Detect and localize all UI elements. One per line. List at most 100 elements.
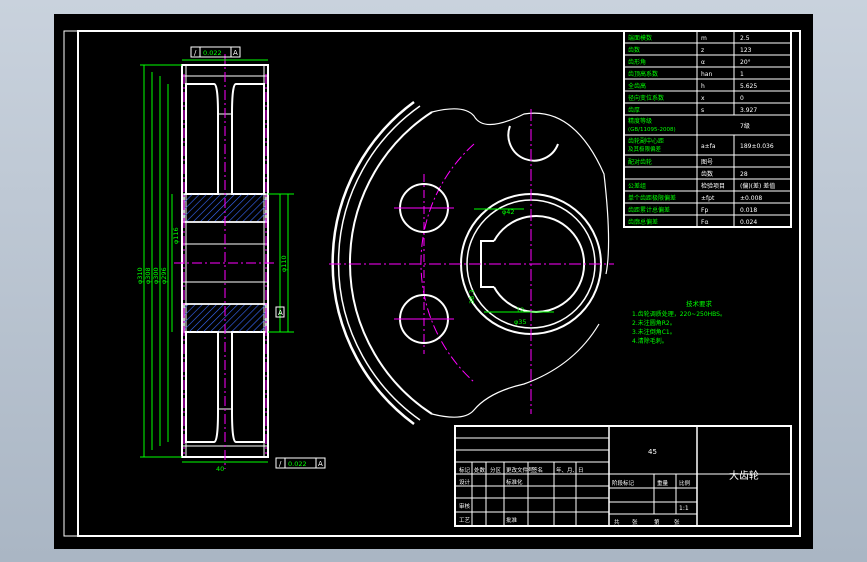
svg-text:比例: 比例 (679, 479, 691, 487)
svg-text:1.齿轮调质处理，220~250HBS。: 1.齿轮调质处理，220~250HBS。 (632, 310, 726, 318)
param-symbol: han (701, 71, 712, 78)
param-label: 齿轮副中心距 (628, 137, 664, 145)
param-value: 1 (740, 71, 744, 78)
svg-text:签名: 签名 (532, 466, 543, 474)
param-symbol: a±fa (701, 143, 716, 150)
param-symbol: 图号 (701, 159, 713, 166)
param-value: 5.625 (740, 83, 757, 90)
param-row: 齿顶高系数 han 1 (623, 66, 792, 80)
svg-text:φ300: φ300 (152, 267, 160, 284)
svg-text:张: 张 (674, 518, 680, 526)
svg-text:φ116: φ116 (172, 227, 180, 244)
svg-text:张: 张 (632, 518, 638, 526)
svg-text:φ308: φ308 (144, 267, 152, 284)
param-symbol: ±fpt (701, 195, 715, 202)
param-value: ±0.008 (740, 195, 762, 202)
param-row: 全齿高 h 5.625 (623, 78, 792, 92)
svg-text:批准: 批准 (506, 516, 518, 524)
param-value: 0 (740, 95, 744, 102)
svg-text:2.未注圆角R2。: 2.未注圆角R2。 (632, 319, 676, 327)
svg-text:处数: 处数 (474, 466, 486, 474)
param-symbol: 检验项目 (701, 182, 725, 190)
svg-text:阶段标记: 阶段标记 (612, 479, 635, 487)
svg-text:更改文件号: 更改文件号 (506, 466, 534, 474)
param-label: 齿数 (628, 46, 640, 54)
svg-text:38.3: 38.3 (468, 290, 476, 304)
gear-front-view: φ42 12 φ35 38.3 (329, 100, 614, 426)
param-label: 公差组 (628, 182, 646, 190)
param-row: 齿数 28 (623, 166, 792, 180)
param-label: 齿形角 (628, 58, 646, 66)
param-label: 端面模数 (628, 34, 652, 42)
param-row: 径向变位系数 x 0 (623, 90, 792, 104)
param-label: 单个齿距极限偏差 (628, 194, 676, 202)
svg-text:重量: 重量 (657, 479, 669, 487)
param-value: 2.5 (740, 35, 750, 42)
param-symbol: z (701, 47, 704, 54)
material: 45 (648, 448, 657, 456)
param-value: 7级 (740, 122, 750, 130)
tolerance-frame-top: / 0.022 A (190, 46, 241, 58)
svg-text:φ296: φ296 (160, 267, 168, 284)
svg-text:φ310: φ310 (136, 267, 144, 284)
param-label: 全齿高 (628, 82, 646, 90)
param-label: 齿廓总偏差 (628, 218, 658, 226)
param-symbol: Fp (701, 207, 708, 214)
param-value: 0.024 (740, 219, 757, 226)
param-symbol: s (701, 107, 704, 114)
param-symbol: h (701, 83, 705, 90)
tolerance-frame-bottom: / 0.022 A (275, 457, 326, 469)
svg-text:标记: 标记 (459, 466, 471, 474)
svg-text:/: / (279, 460, 282, 468)
svg-text:φ42: φ42 (502, 208, 515, 216)
param-row: 精度等级 (GB/11095-2008) 7级 (623, 114, 792, 136)
param-value: 0.018 (740, 207, 757, 214)
part-name: 大齿轮 (729, 469, 759, 482)
svg-text:设计: 设计 (459, 478, 471, 486)
tech-req-title: 技术要求 (686, 299, 713, 308)
svg-text:工艺: 工艺 (459, 517, 471, 524)
param-symbol: 齿数 (701, 170, 713, 178)
svg-text:审核: 审核 (459, 502, 471, 510)
param-row: 齿距累计总偏差 Fp 0.018 (623, 202, 792, 216)
svg-text:1:1: 1:1 (679, 505, 689, 512)
param-label: 配对齿轮 (628, 158, 652, 166)
svg-text:共: 共 (614, 518, 620, 526)
param-row: 公差组 检验项目 (偏)(差) 差值 (623, 178, 792, 192)
param-row: 齿廓总偏差 Fα 0.024 (623, 214, 792, 228)
param-row: 齿轮副中心距及其极限偏差 a±fa 189±0.036 (623, 134, 792, 156)
param-value: 189±0.036 (740, 143, 774, 150)
param-sublabel: 及其极限偏差 (628, 145, 662, 153)
svg-text:标准化: 标准化 (506, 478, 523, 486)
param-value: 28 (740, 171, 748, 178)
svg-text:0.022: 0.022 (288, 460, 307, 468)
param-row: 齿厚 s 3.927 (623, 102, 792, 116)
param-value: 20° (740, 59, 751, 66)
technical-requirements: 技术要求 1.齿轮调质处理，220~250HBS。 2.未注圆角R2。 3.未注… (632, 299, 726, 345)
drawing-sheet: / 0.022 A / 0.022 A A 40 φ310 φ308 φ300 … (54, 14, 813, 549)
param-label: 精度等级 (628, 117, 652, 125)
svg-text:A: A (233, 49, 238, 57)
param-row: 齿形角 α 20° (623, 54, 792, 68)
param-symbol: α (701, 59, 705, 66)
param-row: 齿数 z 123 (623, 42, 792, 56)
svg-text:4.清除毛刺。: 4.清除毛刺。 (632, 337, 668, 345)
param-sublabel: (GB/11095-2008) (628, 127, 676, 133)
param-symbol: x (701, 95, 705, 102)
svg-text:A: A (318, 460, 323, 468)
param-value: (偏)(差) 差值 (740, 182, 775, 190)
param-label: 齿距累计总偏差 (628, 206, 670, 214)
param-row: 配对齿轮 图号 (623, 154, 792, 168)
param-value: 123 (740, 47, 752, 54)
svg-text:第: 第 (654, 518, 660, 526)
cad-drawing: / 0.022 A / 0.022 A A 40 φ310 φ308 φ300 … (63, 30, 801, 537)
param-label: 齿厚 (628, 106, 640, 114)
param-label: 径向变位系数 (628, 94, 664, 102)
outer-border (63, 30, 801, 537)
svg-text:φ110: φ110 (280, 255, 288, 272)
param-symbol: m (701, 35, 707, 42)
gear-parameter-table: 端面模数 m 2.5齿数 z 123齿形角 α 20°齿顶高系数 han 1全齿高 h 5.625径… (623, 30, 792, 228)
param-row: 端面模数 m 2.5 (623, 30, 792, 44)
param-symbol: Fα (701, 219, 708, 226)
svg-text:A: A (278, 309, 283, 317)
